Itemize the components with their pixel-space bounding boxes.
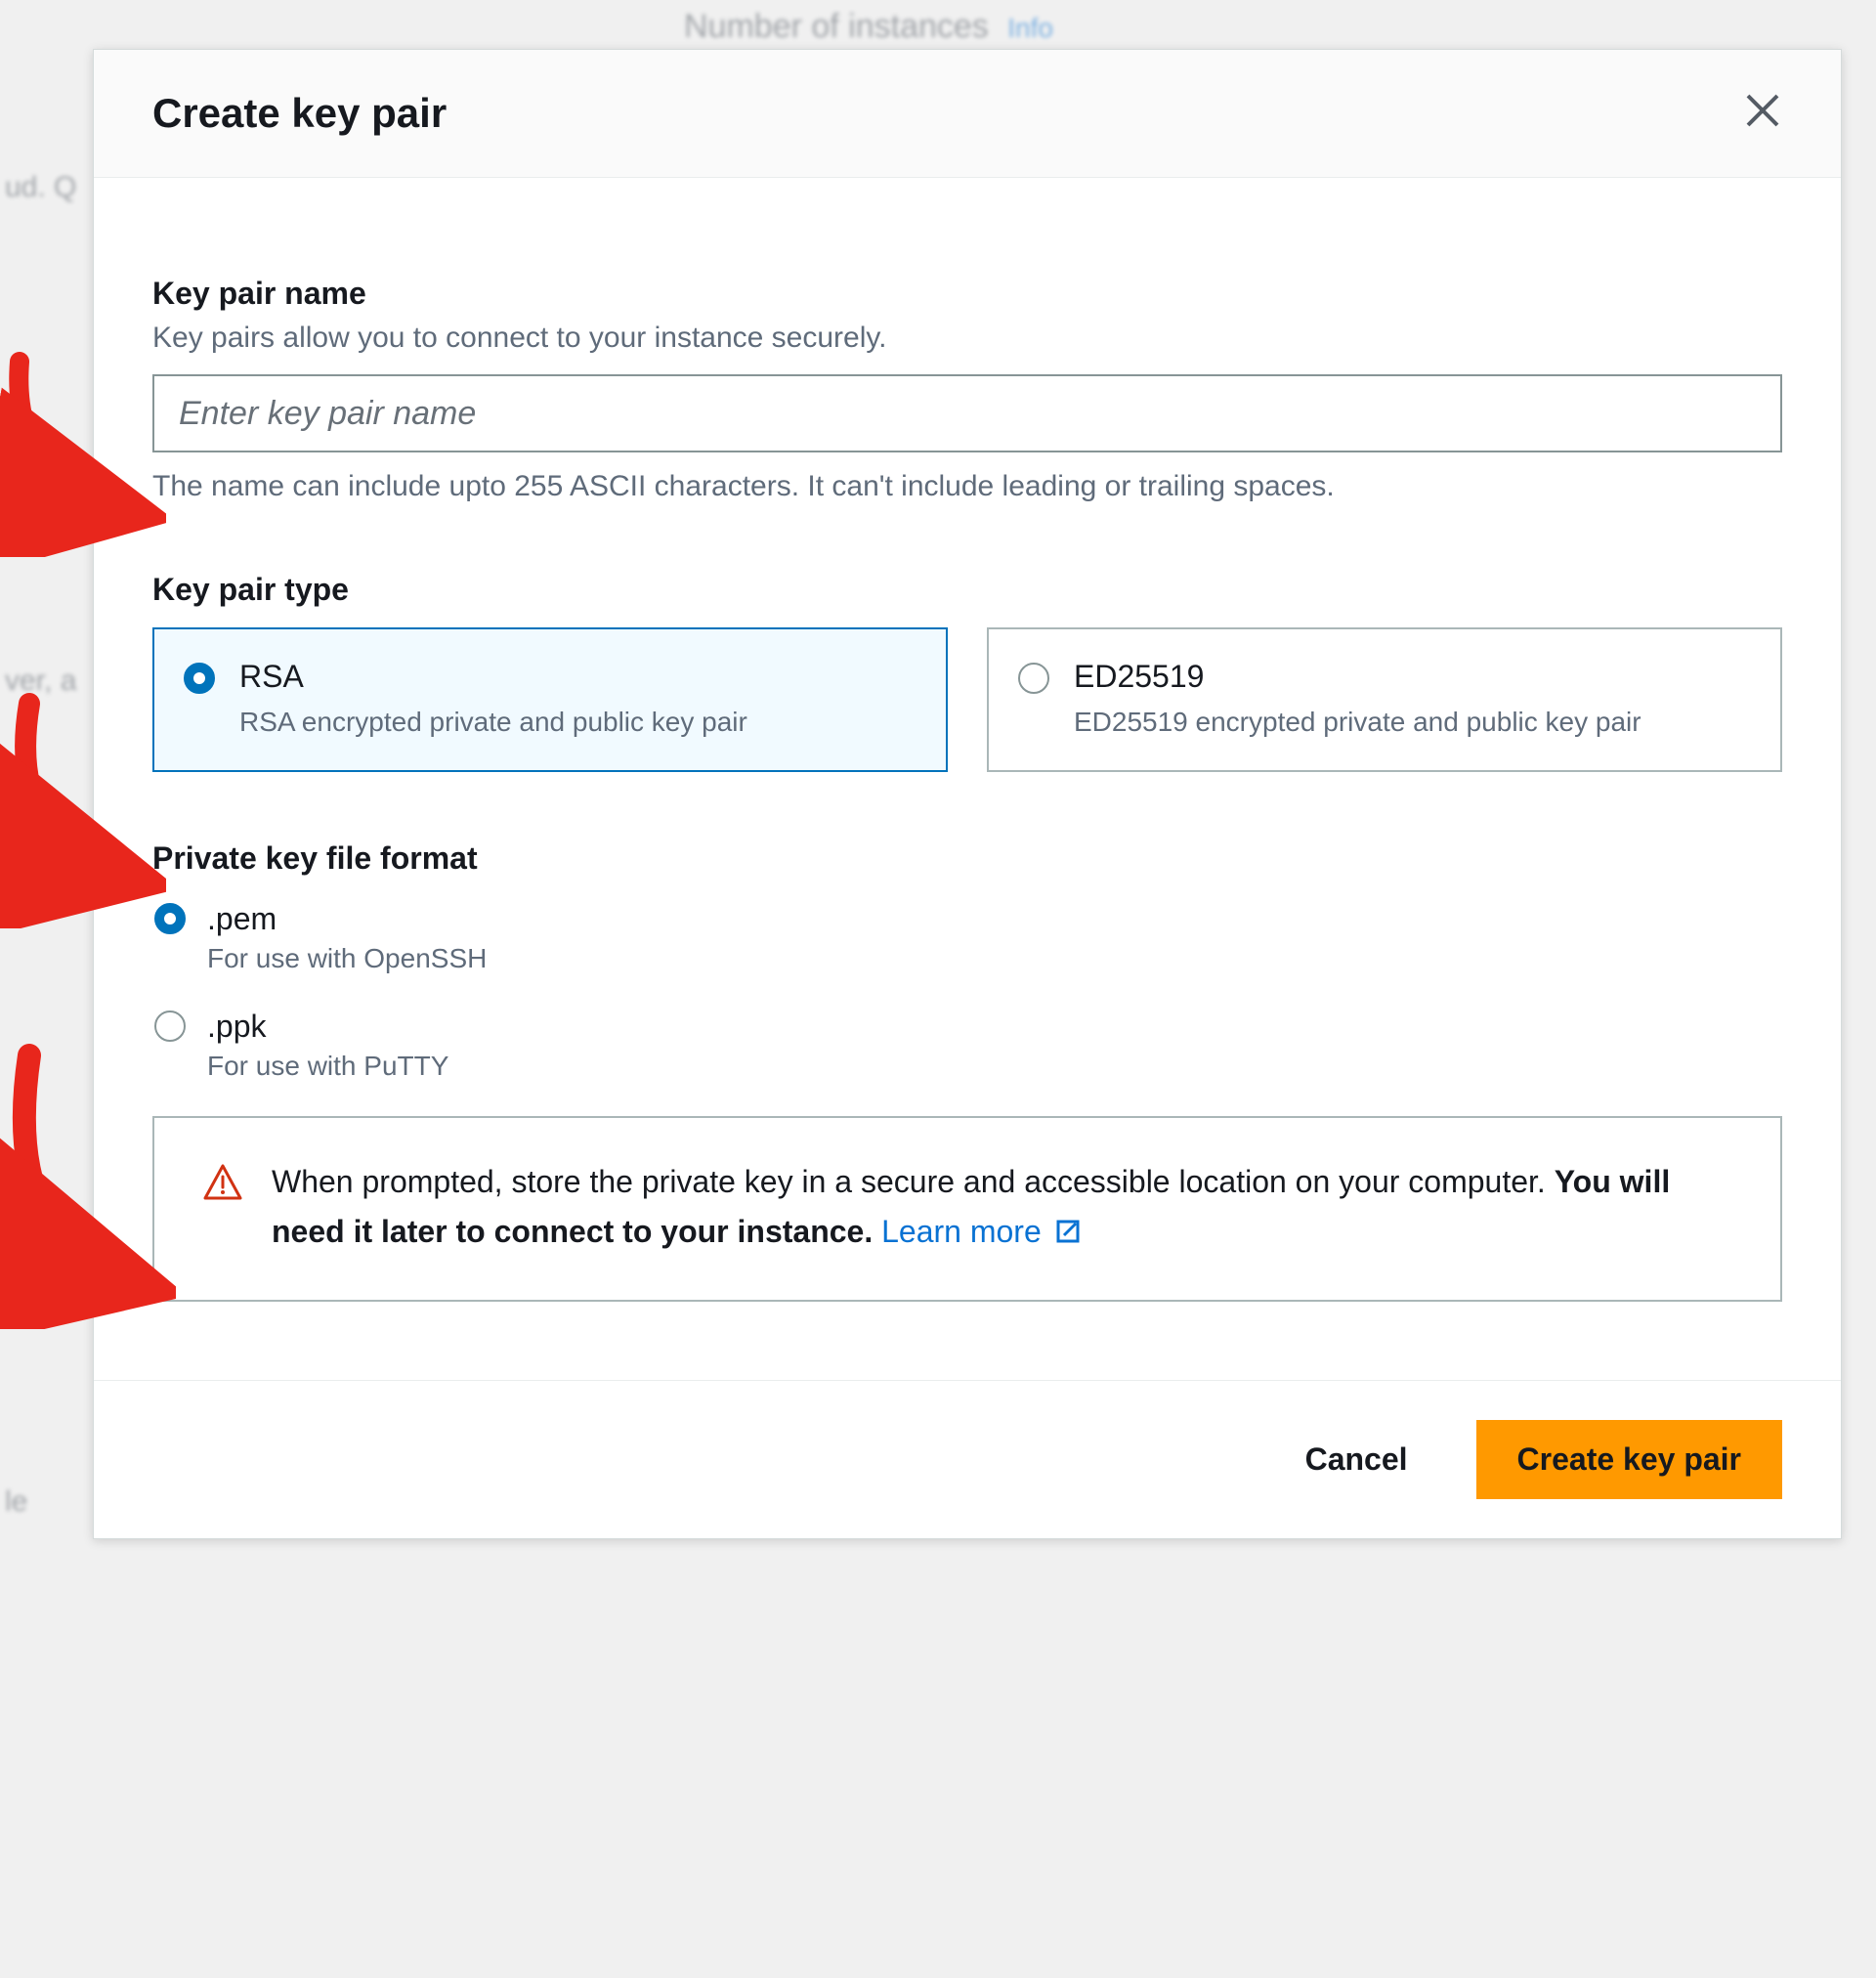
keypair-name-section: Key pair name Key pairs allow you to con…: [152, 276, 1782, 503]
modal-header: Create key pair: [94, 50, 1841, 178]
keypair-type-label: Key pair type: [152, 572, 1782, 608]
keypair-name-input[interactable]: [152, 374, 1782, 452]
radio-icon: [1018, 663, 1049, 694]
keypair-type-tiles: RSA RSA encrypted private and public key…: [152, 627, 1782, 772]
row-title: .ppk: [207, 1009, 448, 1045]
bg-frag-3: le: [5, 1485, 27, 1519]
alert-text-1: When prompted, store the private key in …: [272, 1164, 1555, 1199]
cancel-button[interactable]: Cancel: [1266, 1420, 1447, 1499]
bg-frag-2: ver, a: [5, 665, 76, 698]
learn-more-link[interactable]: Learn more: [881, 1214, 1082, 1249]
file-format-section: Private key file format .pem For use wit…: [152, 840, 1782, 1301]
alert-box: When prompted, store the private key in …: [152, 1116, 1782, 1301]
file-format-pem[interactable]: .pem For use with OpenSSH: [154, 901, 1782, 974]
bg-frag-1: ud. Q: [5, 171, 76, 204]
keypair-name-sublabel: Key pairs allow you to connect to your i…: [152, 322, 1782, 355]
file-format-label: Private key file format: [152, 840, 1782, 877]
tile-desc: ED25519 encrypted private and public key…: [1074, 703, 1642, 741]
row-desc: For use with PuTTY: [207, 1051, 448, 1082]
radio-icon: [154, 903, 186, 934]
radio-icon: [154, 1010, 186, 1042]
modal-footer: Cancel Create key pair: [94, 1380, 1841, 1538]
tile-title: ED25519: [1074, 659, 1642, 695]
modal-title: Create key pair: [152, 90, 447, 137]
close-icon: [1743, 86, 1782, 141]
bg-info-link: Info: [1007, 13, 1053, 43]
keypair-name-label: Key pair name: [152, 276, 1782, 312]
row-title: .pem: [207, 901, 487, 937]
keypair-type-section: Key pair type RSA RSA encrypted private …: [152, 572, 1782, 772]
create-keypair-button[interactable]: Create key pair: [1476, 1420, 1782, 1499]
row-desc: For use with OpenSSH: [207, 943, 487, 974]
warning-icon: [203, 1163, 242, 1202]
tile-title: RSA: [239, 659, 747, 695]
close-button[interactable]: [1743, 89, 1782, 138]
alert-text: When prompted, store the private key in …: [272, 1157, 1731, 1260]
file-format-ppk[interactable]: .ppk For use with PuTTY: [154, 1009, 1782, 1082]
tile-desc: RSA encrypted private and public key pai…: [239, 703, 747, 741]
create-keypair-modal: Create key pair Key pair name Key pairs …: [93, 49, 1842, 1539]
modal-body: Key pair name Key pairs allow you to con…: [94, 178, 1841, 1380]
radio-icon: [184, 663, 215, 694]
keypair-type-rsa[interactable]: RSA RSA encrypted private and public key…: [152, 627, 948, 772]
keypair-name-hint: The name can include upto 255 ASCII char…: [152, 470, 1782, 503]
keypair-type-ed25519[interactable]: ED25519 ED25519 encrypted private and pu…: [987, 627, 1782, 772]
external-link-icon: [1054, 1210, 1082, 1260]
bg-header-text: Number of instances: [684, 8, 989, 45]
